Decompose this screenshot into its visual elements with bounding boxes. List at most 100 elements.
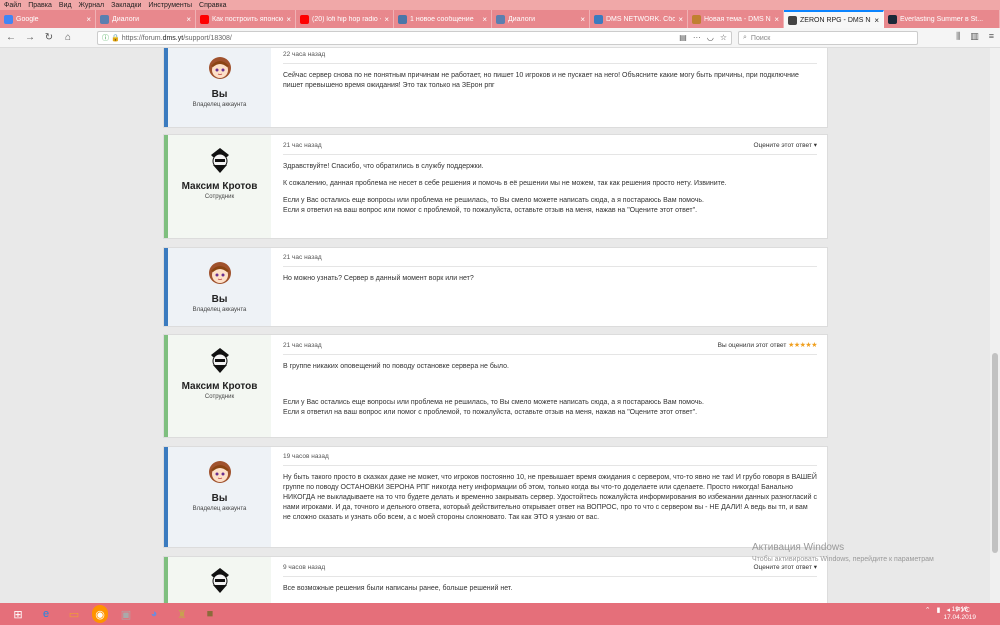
tab-youtube-1[interactable]: Как построить японско...× [196,10,296,28]
vk-icon [100,14,109,24]
network-icon[interactable]: ▮ [937,606,941,614]
menu-bookmarks[interactable]: Закладки [111,2,141,9]
avatar[interactable] [205,145,235,175]
close-icon[interactable]: × [286,15,291,24]
menu-history[interactable]: Журнал [79,2,105,9]
post-text: В группе никаких оповещений по поводу ос… [283,363,509,370]
close-icon[interactable]: × [580,15,585,24]
lock-icon[interactable]: 🔒 [111,34,120,42]
tab-youtube-2[interactable]: (20) lofi hip hop radio -... × [296,10,394,28]
avatar[interactable] [205,345,235,375]
firefox-icon[interactable]: ◉ [92,605,108,623]
forward-icon[interactable]: → [22,30,38,46]
username[interactable]: Вы [212,89,228,100]
taskbar: ⊞ e ▭ ◉ ▣ ◕ ♜ ■ ⌃ ▮ ◂ РУС 19:16 17.04.20… [0,603,1000,625]
post-text: Если у Вас остались еще вопросы или проб… [283,197,704,204]
close-icon[interactable]: × [482,15,487,24]
close-icon[interactable]: × [384,15,389,24]
search-input[interactable]: ⌕ Поиск [738,31,918,45]
close-icon[interactable]: × [186,15,191,24]
ie-icon[interactable]: e [36,605,56,623]
tab-dms-network[interactable]: DMS NETWORK. Сборник...× [590,10,688,28]
tab-dialogs-2[interactable]: Диалоги × [492,10,590,28]
pocket-icon[interactable]: ◡ [707,33,714,42]
avatar[interactable] [205,53,235,83]
info-icon[interactable]: ⓘ [102,33,109,43]
sidebar-icon[interactable]: ▥ [970,31,979,42]
avatar[interactable] [205,565,235,595]
steam-icon [888,14,897,24]
username[interactable]: Вы [212,493,228,504]
windows-start-icon[interactable]: ⊞ [8,605,28,623]
activation-watermark-title: Активация Windows [752,542,845,553]
menu-view[interactable]: Вид [59,2,72,9]
tab-message[interactable]: 1 новое сообщение × [394,10,492,28]
tab-new-topic[interactable]: Новая тема - DMS NETW...× [688,10,784,28]
tab-dialogs[interactable]: Диалоги × [96,10,196,28]
back-icon[interactable]: ← [3,30,19,46]
post-text: К сожалению, данная проблема не несет в … [283,180,727,187]
username[interactable]: Вы [212,294,228,305]
post-user: Вы Владелец аккаунта 21 час назад Но мож… [163,247,828,327]
rate-answer-button[interactable]: Оцените этот ответ ▾ [754,141,817,149]
rating-status: Вы оценили этот ответ ★★★★★ [717,342,818,349]
clock[interactable]: 19:16 17.04.2019 [943,606,976,622]
discord-icon[interactable]: ◕ [144,605,164,623]
tab-zeron-rpg[interactable]: ZERON RPG - DMS NETW...× [784,10,884,28]
url-host: dms.yt [162,34,184,42]
menu-help[interactable]: Справка [199,2,226,9]
game-icon[interactable]: ♜ [172,605,192,623]
url-path: /support/18308/ [183,34,232,42]
post-staff: Максим Кротов Сотрудник 21 час назад Оцен… [163,134,828,239]
avatar[interactable] [205,258,235,288]
post-time: 21 час назад [283,141,322,149]
url-bar[interactable]: ⓘ 🔒 https://forum. dms.yt/support/18308/ … [97,31,732,45]
more-icon[interactable]: ··· [693,33,701,42]
reader-icon[interactable]: ▤ [679,33,687,42]
post-text: Все возможные решения были написаны ране… [283,585,513,592]
menu-tools[interactable]: Инструменты [148,2,192,9]
app-icon[interactable]: ▣ [116,605,136,623]
explorer-icon[interactable]: ▭ [64,605,84,623]
post-user: Вы Владелец аккаунта 19 часов назад Ну б… [163,446,828,548]
close-icon[interactable]: × [678,15,683,24]
menu-bar: Файл Правка Вид Журнал Закладки Инструме… [0,0,1000,10]
menu-icon[interactable]: ≡ [989,31,994,42]
activation-watermark-subtitle: Чтобы активировать Windows, перейдите к … [752,556,934,563]
dms-icon [788,15,797,25]
avatar[interactable] [205,457,235,487]
tab-everlasting-summer[interactable]: Everlasting Summer в St... [884,10,1000,28]
user-role: Владелец аккаунта [192,307,247,313]
post-time: 19 часов назад [283,453,329,460]
menu-file[interactable]: Файл [4,2,21,9]
close-icon[interactable]: × [774,15,779,24]
tray-icon[interactable]: ⌃ [925,606,931,614]
google-icon [4,14,13,24]
post-text: Если я ответил на ваш вопрос или помог с… [283,207,698,214]
close-icon[interactable]: × [874,16,879,25]
minecraft-icon[interactable]: ■ [200,605,220,623]
chevron-down-icon: ▾ [813,142,817,149]
username[interactable]: Максим Кротов [182,381,258,392]
post-staff: 9 часов назад Оцените этот ответ ▾ Все во… [163,556,828,603]
user-role: Владелец аккаунта [192,102,247,108]
post-text: Ну быть такого просто в сказках даже не … [283,474,817,521]
chevron-down-icon: ▾ [813,564,817,571]
library-icon[interactable]: ⫼ [956,31,960,42]
username[interactable]: Максим Кротов [182,181,258,192]
vk-icon [496,14,505,24]
tab-strip: Google× Диалоги× Как построить японско..… [0,10,1000,28]
reload-icon[interactable]: ↻ [41,30,57,46]
youtube-icon [200,14,209,24]
bookmark-star-icon[interactable]: ☆ [720,33,727,42]
page-scrollbar[interactable] [990,48,1000,603]
post-user: Вы Владелец аккаунта 22 часа назад Сейча… [163,48,828,128]
tab-google[interactable]: Google × [0,10,96,28]
rate-answer-button[interactable]: Оцените этот ответ ▾ [754,563,817,571]
page-content: Вы Владелец аккаунта 22 часа назад Сейча… [0,48,990,603]
home-icon[interactable]: ⌂ [60,30,76,46]
close-icon[interactable]: × [86,15,91,24]
scrollbar-thumb[interactable] [992,353,998,553]
menu-edit[interactable]: Правка [28,2,52,9]
post-time: 21 час назад [283,254,322,261]
